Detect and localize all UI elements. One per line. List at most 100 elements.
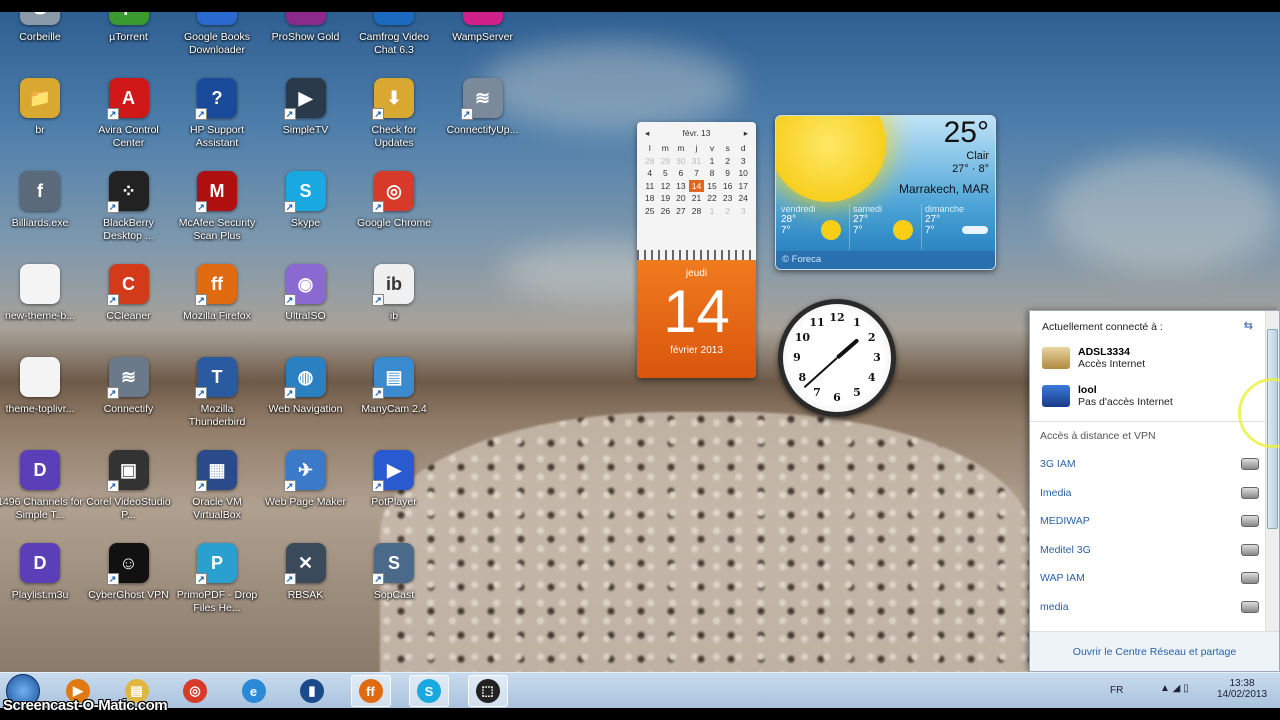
desktop-icon[interactable]: ▤ ↗ ManyCam 2.4 [351,357,437,416]
calendar-date[interactable]: 29 [658,155,674,168]
desktop-icon[interactable]: µ µTorrent [86,12,172,44]
desktop-icon[interactable]: ☺ ↗ CyberGhost VPN [86,543,172,602]
desktop-icon[interactable]: W WampServer [440,12,526,44]
prev-month-button[interactable]: ◂ [645,128,649,139]
desktop-icon[interactable]: G Google Books Downloader [174,12,260,57]
calendar-date[interactable]: 20 [673,192,689,205]
calendar-date[interactable]: 28 [642,155,658,168]
taskbar-internet-explorer-button[interactable]: e [234,675,274,707]
refresh-icon[interactable]: ⇆ [1244,319,1253,332]
desktop-icon[interactable]: ◉ ↗ UltraISO [263,264,349,323]
calendar-date[interactable]: 11 [642,180,658,193]
vpn-item[interactable]: MEDIWAP [1030,507,1279,536]
calendar-date[interactable]: 23 [720,192,736,205]
calendar-date[interactable]: 9 [720,167,736,180]
calendar-date[interactable]: 16 [720,180,736,193]
desktop-icon[interactable]: 🗑 Corbeille [0,12,83,44]
calendar-date[interactable]: 3 [735,205,751,218]
calendar-date[interactable]: 7 [689,167,705,180]
desktop-icon[interactable]: f Billiards.exe [0,171,83,230]
calendar-date[interactable]: 10 [735,167,751,180]
calendar-date[interactable]: 18 [642,192,658,205]
tray-clock[interactable]: 13:38 14/02/2013 [1212,678,1272,700]
calendar-date[interactable]: 4 [642,167,658,180]
desktop-icon[interactable]: 📁 br [0,78,83,137]
calendar-date[interactable]: 15 [704,180,720,193]
scrollbar[interactable] [1265,311,1279,633]
calendar-date[interactable]: 1 [704,205,720,218]
calendar-date[interactable]: 30 [673,155,689,168]
desktop-icon[interactable]: ? ↗ HP Support Assistant [174,78,260,150]
calendar-date[interactable]: 31 [689,155,705,168]
network-tray-icon[interactable]: ▲ ◢ ▯ [1160,683,1189,694]
calendar-date[interactable]: 3 [735,155,751,168]
vpn-item[interactable]: 3G IAM [1030,450,1279,479]
clock-gadget[interactable]: 12 1 2 3 4 5 6 7 8 9 10 11 [778,299,896,417]
desktop-icon[interactable]: ▣ ↗ Corel VideoStudio P... [86,450,172,522]
desktop-icon[interactable]: D Playlist.m3u [0,543,83,602]
desktop-icon[interactable]: ⬇ ↗ Check for Updates [351,78,437,150]
calendar-date[interactable]: 14 [688,179,705,192]
taskbar-app-button[interactable]: ▮ [292,675,332,707]
vpn-item[interactable]: Imedia [1030,479,1279,508]
desktop-icon[interactable]: A ↗ Avira Control Center [86,78,172,150]
network-center-link[interactable]: Ouvrir le Centre Réseau et partage [1030,631,1279,671]
calendar-date[interactable]: 12 [658,180,674,193]
calendar-date[interactable]: 21 [689,192,705,205]
calendar-date[interactable]: 25 [642,205,658,218]
calendar-date[interactable]: 24 [735,192,751,205]
taskbar-snipping-button[interactable]: ⬚ [467,675,508,707]
desktop-icon[interactable]: ⁘ ↗ BlackBerry Desktop ... [86,171,172,243]
desktop-icon[interactable]: ff ↗ Mozilla Firefox [174,264,260,323]
weather-gadget[interactable]: 25° Clair 27° · 8° Marrakech, MAR vendre… [775,115,996,270]
calendar-date[interactable]: 1 [704,155,720,168]
taskbar-firefox-button[interactable]: ff [350,675,391,707]
vpn-item[interactable]: media [1030,593,1279,622]
desktop-icon[interactable]: C Camfrog Video Chat 6.3 [351,12,437,57]
desktop-icon[interactable]: ◎ ↗ Google Chrome [351,171,437,230]
next-month-button[interactable]: ▸ [744,128,748,139]
desktop-icon[interactable]: ib ↗ ib [351,264,437,323]
weather-provider-link[interactable]: © Foreca [776,251,995,269]
calendar-date[interactable]: 17 [735,180,751,193]
desktop-icon[interactable]: S ↗ Skype [263,171,349,230]
app-icon: ib ↗ [372,264,414,306]
calendar-date[interactable]: 5 [658,167,674,180]
desktop-icon[interactable]: ✈ ↗ Web Page Maker [263,450,349,509]
calendar-date[interactable]: 2 [720,205,736,218]
desktop-icon[interactable]: T ↗ Mozilla Thunderbird [174,357,260,429]
desktop-icon[interactable]: C ↗ CCleaner [86,264,172,323]
taskbar-skype-button[interactable]: S [409,675,449,707]
desktop-icon[interactable]: S ↗ SopCast [351,543,437,602]
calendar-date[interactable]: 22 [704,192,720,205]
desktop-icon[interactable]: ▶ ↗ PotPlayer [351,450,437,509]
desktop-icon[interactable]: ✕ ↗ RBSAK [263,543,349,602]
calendar-date[interactable]: 2 [720,155,736,168]
vpn-item[interactable]: WAP IAM [1030,564,1279,593]
calendar-date[interactable]: 13 [673,180,689,193]
calendar-gadget[interactable]: ◂ févr. 13 ▸ l m m j v s d 28 29 30 31 1 2 3 4 5 6 7 8 9 10 11 1… [637,122,756,378]
connection-item[interactable]: ADSL3334 Accès Internet [1030,339,1279,377]
desktop-icon[interactable]: ≋ ↗ Connectify [86,357,172,416]
calendar-date[interactable]: 28 [689,205,705,218]
desktop-icon[interactable]: ▦ ↗ Oracle VM VirtualBox [174,450,260,522]
vpn-item[interactable]: Meditel 3G [1030,536,1279,565]
desktop-icon[interactable]: P ↗ PrimoPDF - Drop Files He... [174,543,260,615]
taskbar-chrome-button[interactable]: ◎ [175,675,215,707]
desktop-icon[interactable]: new-theme-b... [0,264,83,323]
calendar-date[interactable]: 27 [673,205,689,218]
desktop-icon[interactable]: P ProShow Gold [263,12,349,44]
desktop-icon[interactable]: ≋ ↗ ConnectifyUp... [440,78,526,137]
weather-hilo: 27° · 8° [952,163,989,175]
app-icon: f [20,171,60,211]
language-indicator[interactable]: FR [1110,685,1123,696]
calendar-date[interactable]: 19 [658,192,674,205]
desktop-icon[interactable]: ◍ ↗ Web Navigation [263,357,349,416]
calendar-date[interactable]: 8 [704,167,720,180]
calendar-date[interactable]: 26 [658,205,674,218]
calendar-date[interactable]: 6 [673,167,689,180]
desktop-icon[interactable]: ▶ ↗ SimpleTV [263,78,349,137]
desktop-icon[interactable]: theme-toplivr... [0,357,83,416]
desktop-icon[interactable]: M ↗ McAfee Security Scan Plus [174,171,260,243]
desktop-icon[interactable]: D 1496 Channels for Simple T... [0,450,83,522]
